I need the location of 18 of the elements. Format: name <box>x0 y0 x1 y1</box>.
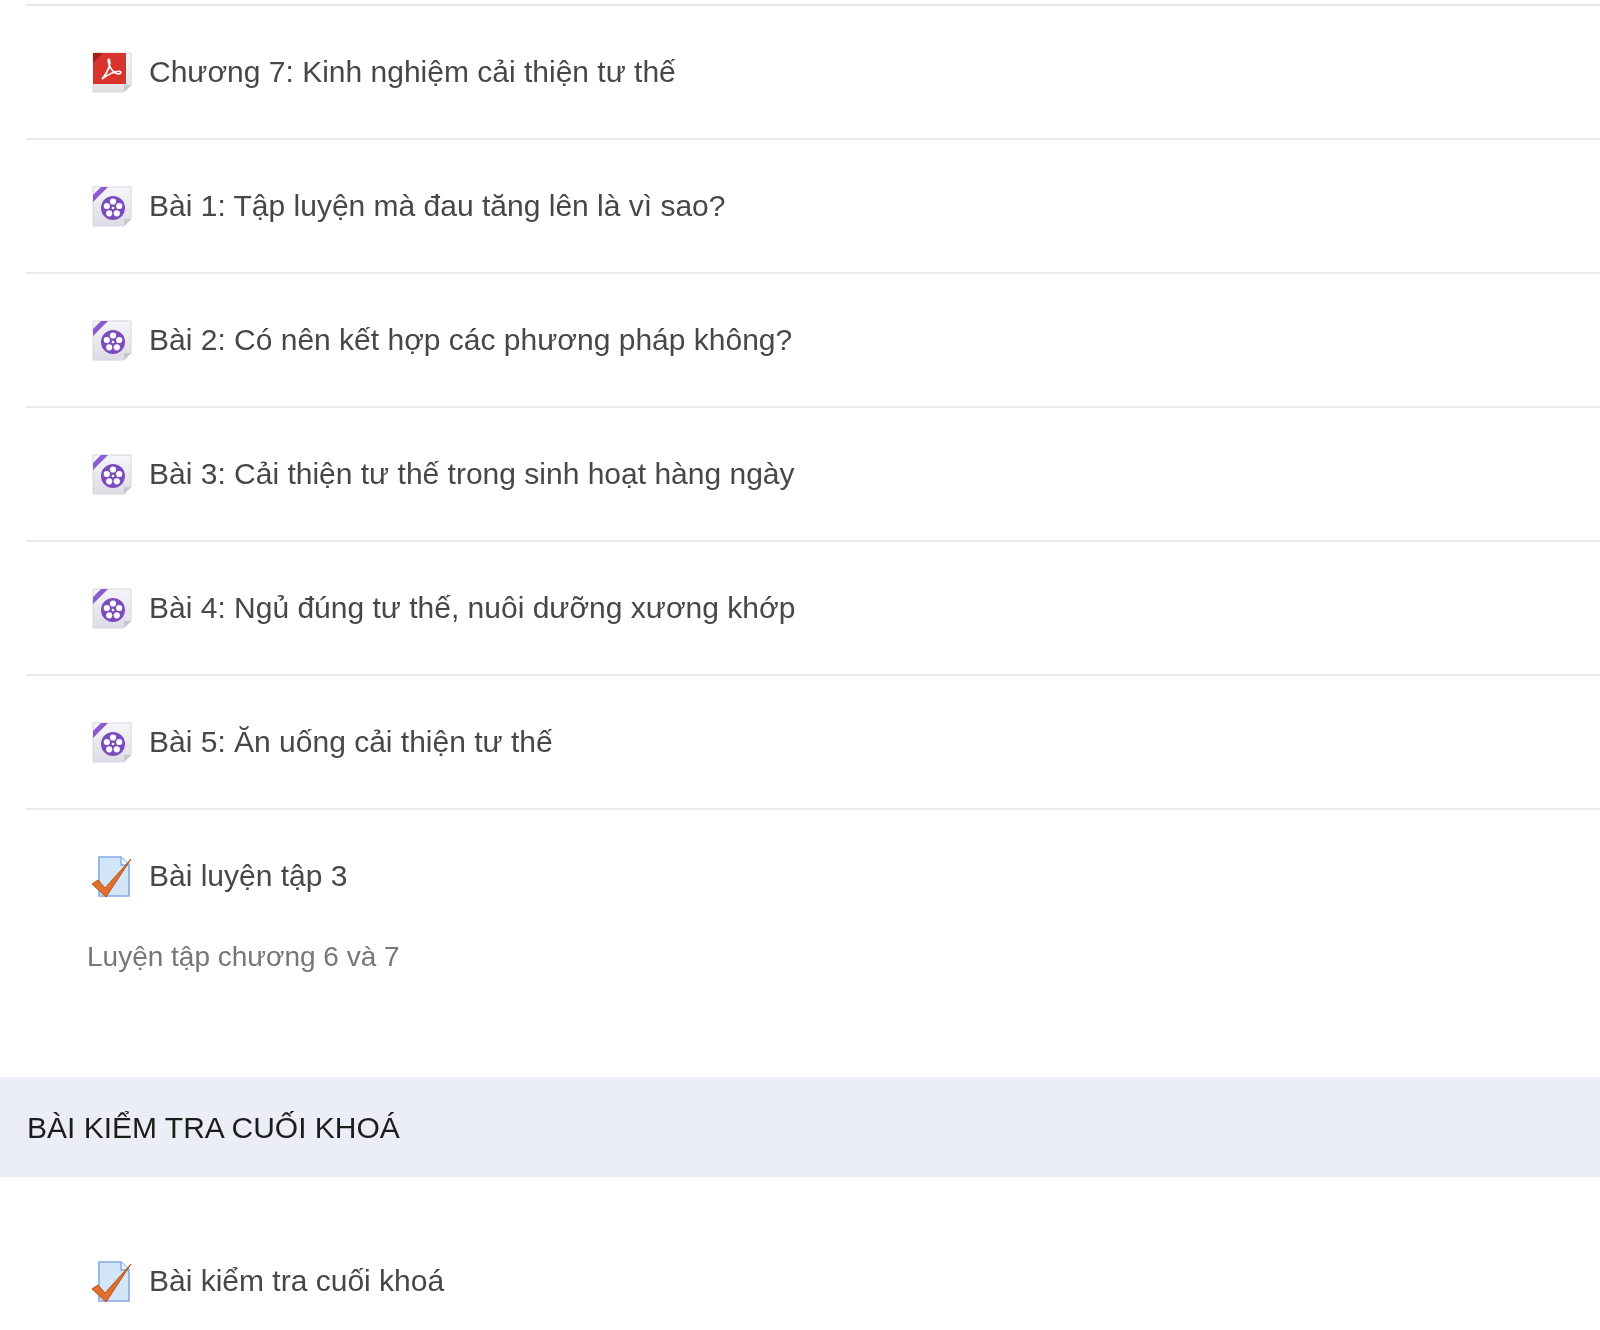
activity-link[interactable]: Bài luyện tập 3 <box>149 856 348 896</box>
activity-description: Luyện tập chương 6 và 7 <box>87 941 400 972</box>
film-reel-file-icon <box>90 720 134 764</box>
section-header: BÀI KIỂM TRA CUỐI KHOÁ <box>0 1077 1600 1177</box>
pdf-file-icon <box>90 50 134 94</box>
document-check-icon <box>90 1259 134 1303</box>
activity-link[interactable]: Chương 7: Kinh nghiệm cải thiện tư thế <box>149 52 676 92</box>
activity-link[interactable]: Bài 3: Cải thiện tư thế trong sinh hoạt hàng ngày <box>149 454 795 494</box>
film-reel-file-icon <box>90 184 134 228</box>
activity-link[interactable]: Bài 1: Tập luyện mà đau tăng lên là vì sao? <box>149 186 726 226</box>
activity-link[interactable]: Bài kiểm tra cuối khoá <box>149 1261 445 1301</box>
document-check-icon <box>90 854 134 898</box>
film-reel-file-icon <box>90 586 134 630</box>
activity-link[interactable]: Bài 2: Có nên kết hợp các phương pháp không? <box>149 320 793 360</box>
film-reel-file-icon <box>90 452 134 496</box>
activity-link[interactable]: Bài 4: Ngủ đúng tư thế, nuôi dưỡng xương khớp <box>149 588 796 628</box>
film-reel-file-icon <box>90 318 134 362</box>
activity-link[interactable]: Bài 5: Ăn uống cải thiện tư thế <box>149 722 553 762</box>
